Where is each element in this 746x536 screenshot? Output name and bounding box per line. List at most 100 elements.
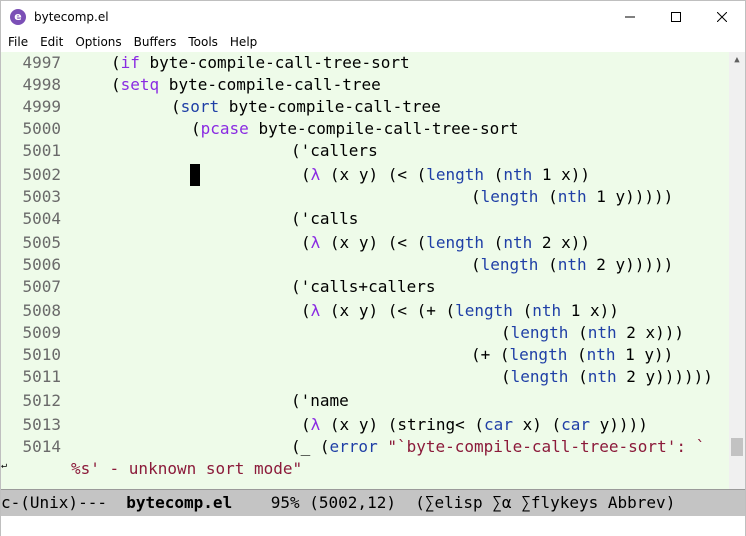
- scroll-up-icon[interactable]: ▲: [729, 52, 745, 68]
- window-title: bytecomp.el: [34, 9, 109, 24]
- code-line: 4998 (setq byte-compile-call-tree: [1, 74, 380, 96]
- code-token: 1 y))))): [586, 187, 674, 206]
- line-number: 5005: [22, 233, 61, 252]
- keyword-token: if: [120, 53, 140, 72]
- function-token: length: [480, 187, 539, 206]
- line-number: 5008: [22, 301, 61, 320]
- code-token: (: [301, 301, 311, 320]
- function-token: length: [426, 165, 485, 184]
- function-token: length: [480, 255, 539, 274]
- line-number: 5012: [22, 391, 61, 410]
- code-line: 4999 (sort byte-compile-call-tree: [1, 96, 440, 118]
- code-token: byte-compile-call-tree: [219, 97, 441, 116]
- code-line: 4997 (if byte-compile-call-tree-sort: [1, 52, 409, 74]
- line-number: 4997: [22, 53, 61, 72]
- code-token: (: [538, 187, 558, 206]
- keyword-token: setq: [120, 75, 160, 94]
- code-text: (length (nth 1 y))))): [471, 186, 673, 208]
- scroll-thumb[interactable]: [731, 438, 743, 456]
- editor-text-area[interactable]: ↵ 4997 (if byte-compile-call-tree-sort 499…: [1, 52, 729, 489]
- menu-options[interactable]: Options: [69, 32, 127, 52]
- code-token: (x y) (< (: [320, 165, 427, 184]
- modeline-buffer-name: bytecomp.el: [126, 493, 233, 512]
- line-number: 5007: [22, 277, 61, 296]
- line-number: 5003: [22, 187, 61, 206]
- code-text: ('calls+callers: [291, 276, 436, 298]
- code-line: 5008 (λ (x y) (< (+ (length (nth 1 x)): [1, 300, 618, 322]
- code-text: (setq byte-compile-call-tree: [111, 74, 381, 96]
- vertical-scrollbar[interactable]: ▲: [729, 52, 745, 489]
- code-token: (: [171, 97, 181, 116]
- string-token: "`byte-compile-call-tree-sort': `: [387, 437, 706, 456]
- menu-tools[interactable]: Tools: [182, 32, 224, 52]
- menu-buffers[interactable]: Buffers: [128, 32, 183, 52]
- menu-file[interactable]: File: [1, 32, 34, 52]
- function-token: length: [510, 367, 569, 386]
- minimize-button[interactable]: [607, 1, 653, 32]
- code-text: ('calls: [291, 208, 358, 230]
- code-text: ('callers: [291, 140, 378, 162]
- keyword-token: pcase: [200, 119, 249, 138]
- code-text: (length (nth 2 y))))): [471, 254, 673, 276]
- function-token: nth: [557, 255, 587, 274]
- code-line: %s' - unknown sort mode": [1, 458, 302, 480]
- code-token: (: [471, 255, 481, 274]
- function-token: nth: [586, 345, 616, 364]
- code-token: 1 y)): [615, 345, 674, 364]
- minimize-icon: [625, 16, 635, 17]
- code-token: (: [301, 233, 311, 252]
- code-line: 5001 ('callers: [1, 140, 377, 162]
- code-token: byte-compile-call-tree-sort: [139, 53, 410, 72]
- close-icon: [717, 11, 727, 22]
- code-token: (: [568, 323, 588, 342]
- code-token: 2 y))))): [586, 255, 674, 274]
- code-token: (x y) (< (+ (: [320, 301, 456, 320]
- function-token: sort: [180, 97, 220, 116]
- code-token: ('callers: [291, 141, 378, 160]
- function-token: nth: [503, 165, 533, 184]
- code-line: 5000 (pcase byte-compile-call-tree-sort: [1, 118, 518, 140]
- close-button[interactable]: [699, 1, 745, 32]
- code-line: 5011 (length (nth 2 y)))))): [1, 366, 712, 388]
- code-text: (if byte-compile-call-tree-sort: [111, 52, 410, 74]
- code-token: (: [111, 75, 121, 94]
- code-text: %s' - unknown sort mode": [71, 458, 302, 480]
- code-line: 5010 (+ (length (nth 1 y)): [1, 344, 673, 366]
- code-token: 1 x)): [561, 301, 619, 320]
- modeline-prefix: c-(Unix)---: [1, 493, 127, 512]
- line-number: 5009: [22, 323, 61, 342]
- menu-edit[interactable]: Edit: [34, 32, 69, 52]
- title-bar[interactable]: e bytecomp.el: [1, 1, 745, 32]
- function-token: length: [510, 323, 569, 342]
- code-token: (: [567, 345, 587, 364]
- code-token: 1 x)): [532, 165, 591, 184]
- line-number: 5014: [22, 437, 61, 456]
- menu-bar: File Edit Options Buffers Tools Help: [1, 32, 745, 52]
- code-line: 5012 ('name: [1, 390, 348, 412]
- line-number: 4998: [22, 75, 61, 94]
- menu-help[interactable]: Help: [224, 32, 263, 52]
- keyword-token: λ: [310, 165, 321, 184]
- maximize-button[interactable]: [653, 1, 699, 32]
- function-token: length: [426, 233, 485, 252]
- code-token: byte-compile-call-tree-sort: [248, 119, 519, 138]
- line-number: 5002: [22, 165, 61, 184]
- code-token: (: [501, 367, 511, 386]
- mode-line: c-(Unix)--- bytecomp.el 95% (5002,12) (∑…: [1, 489, 745, 516]
- emacs-window: e bytecomp.el File Edit Options Buffers …: [0, 0, 746, 536]
- minibuffer[interactable]: [1, 516, 745, 536]
- modeline-position: 95% (5002,12): [232, 493, 416, 512]
- maximize-icon: [671, 11, 681, 22]
- text-cursor: [190, 164, 200, 186]
- function-token: nth: [532, 301, 562, 320]
- string-token: %s' - unknown sort mode": [71, 459, 303, 478]
- code-token: (: [568, 367, 588, 386]
- code-token: (_ (: [291, 437, 330, 456]
- code-token: (: [301, 415, 311, 434]
- function-token: nth: [557, 187, 587, 206]
- code-line: 5004 ('calls: [1, 208, 358, 230]
- code-text: (length (nth 2 y)))))): [501, 366, 713, 388]
- code-token: (+ (: [471, 345, 510, 364]
- code-line: 5005 (λ (x y) (< (length (nth 2 x)): [1, 232, 590, 254]
- function-token: nth: [587, 367, 617, 386]
